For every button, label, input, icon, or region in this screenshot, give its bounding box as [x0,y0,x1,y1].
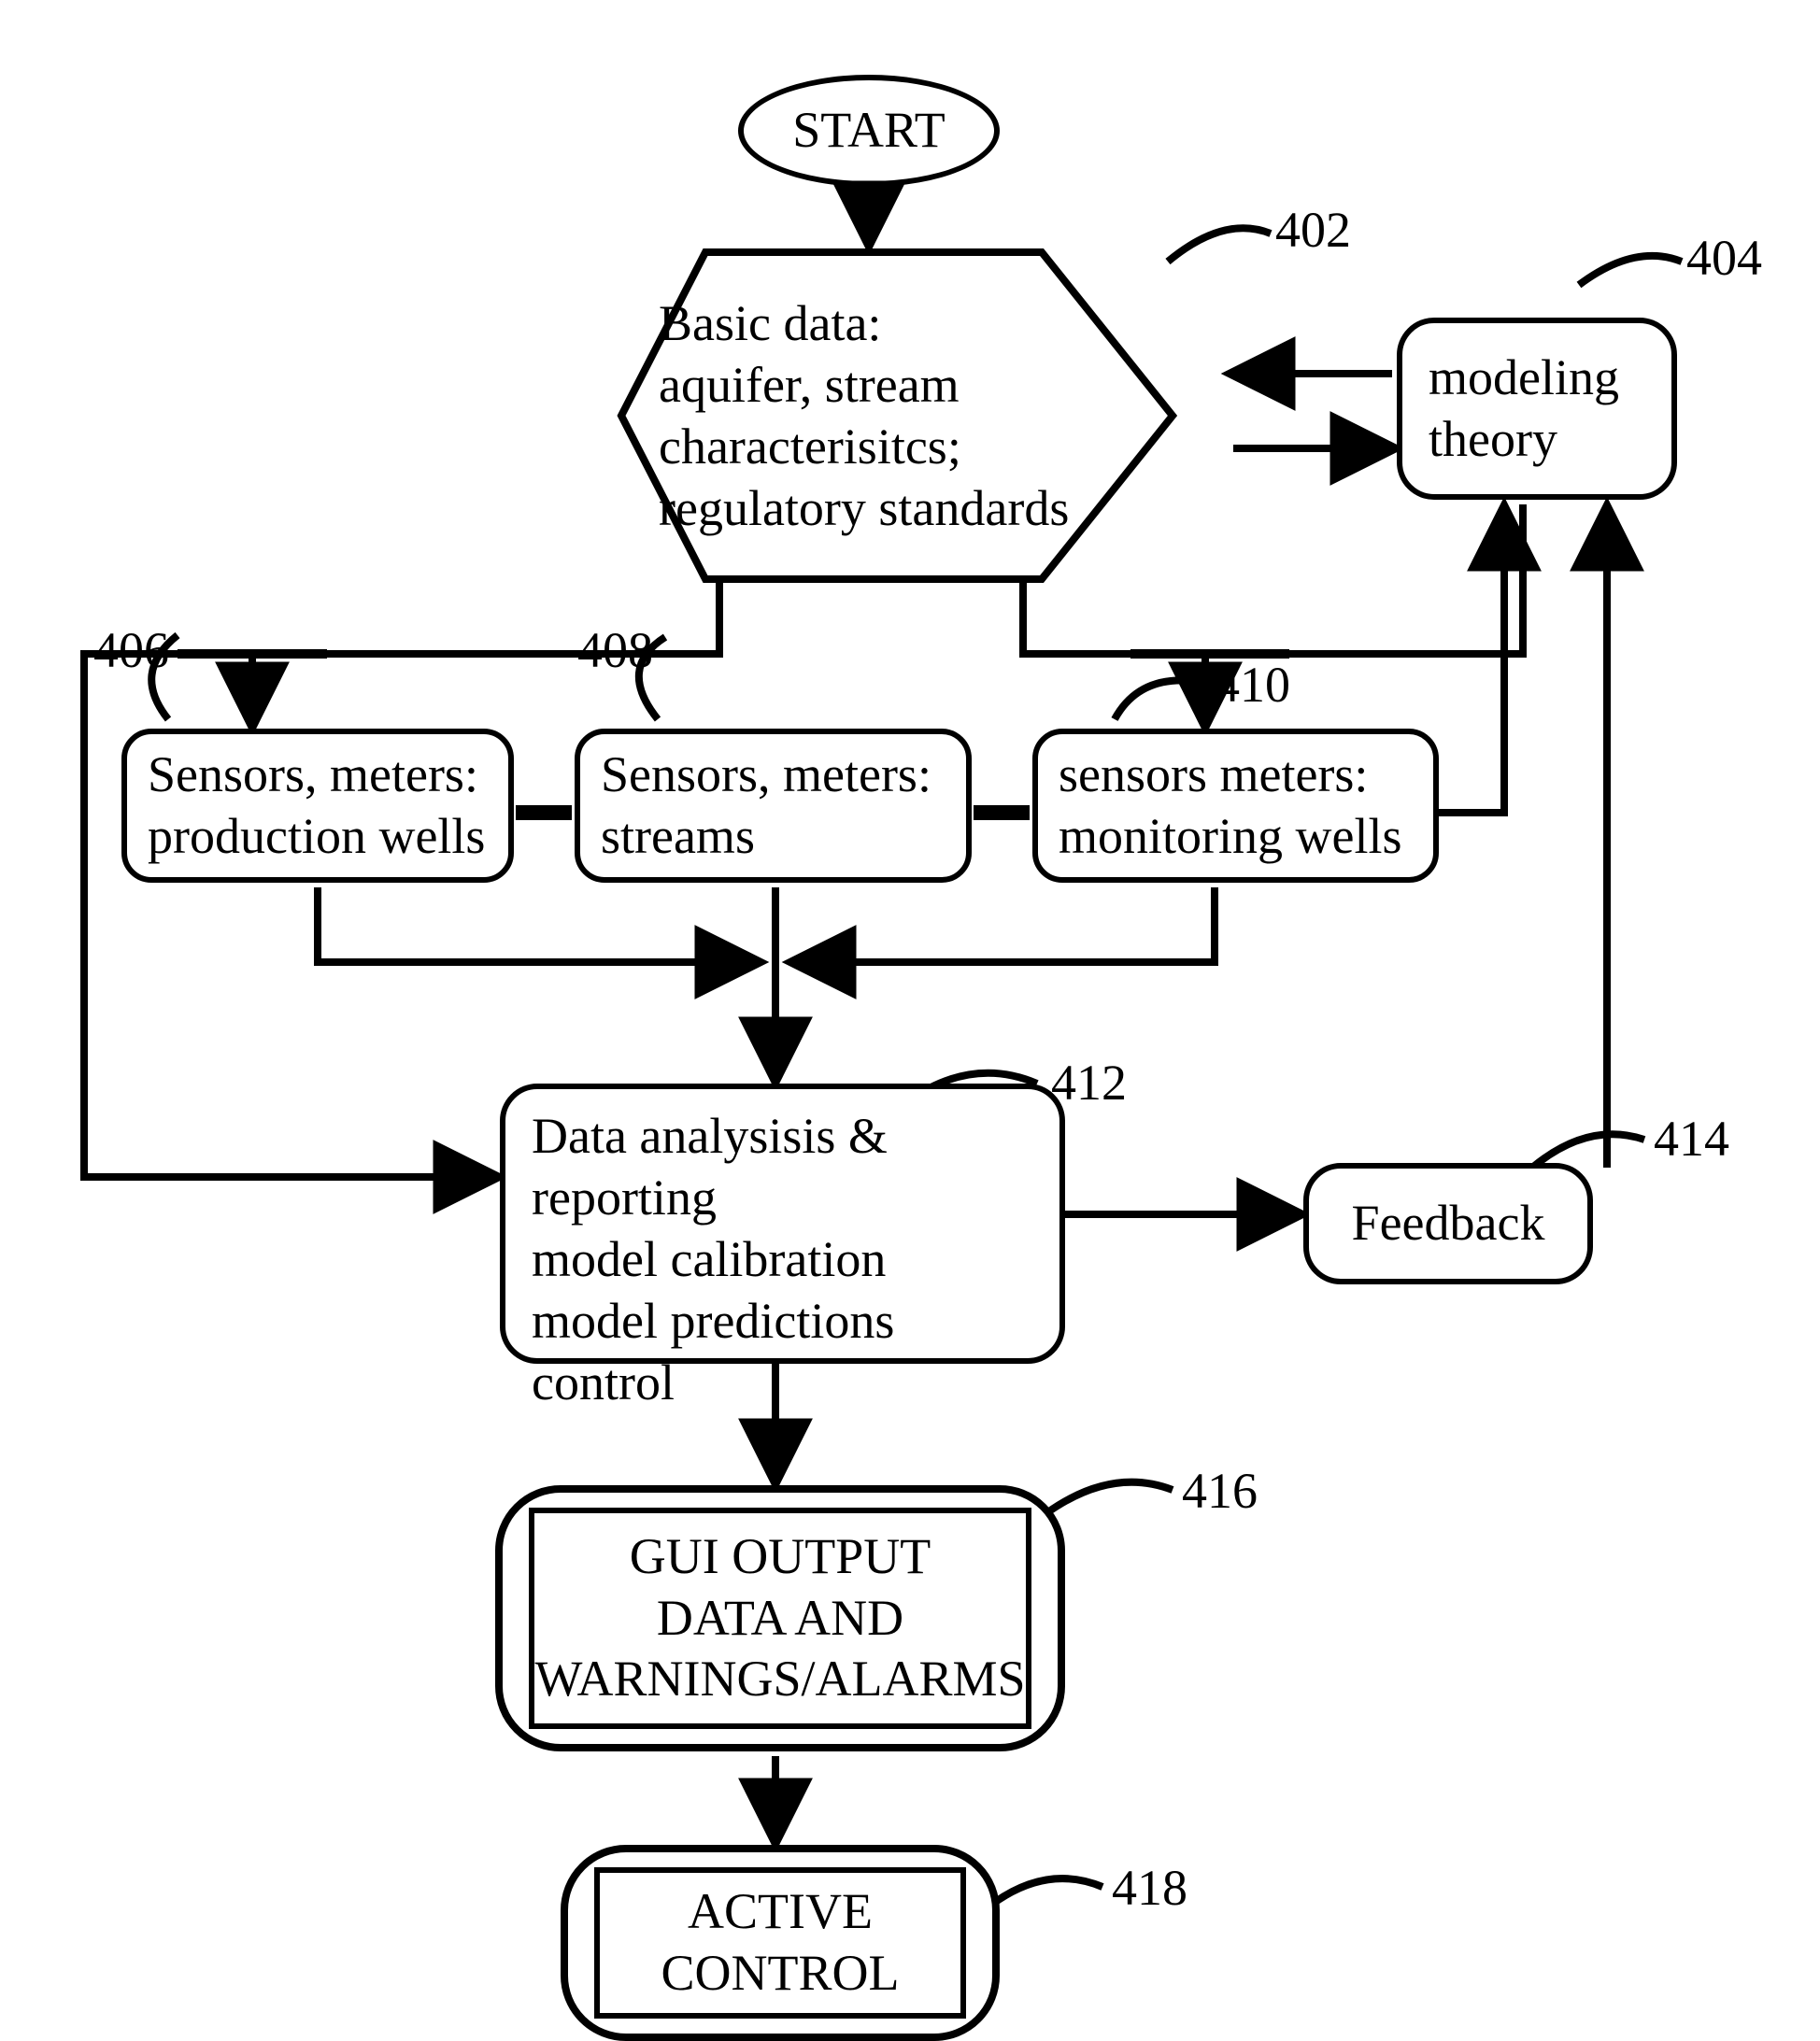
feedback-label: Feedback [1352,1193,1545,1254]
sensors-line: monitoring wells [1059,806,1413,868]
basic-data-line: characterisitcs; [659,417,1145,478]
basic-data-line: Basic data: [659,293,1145,355]
gui-output-line: WARNINGS/ALARMS [534,1649,1025,1710]
gui-output-line: DATA AND [534,1588,1025,1650]
modeling-theory-node: modeling theory [1397,318,1677,500]
active-control-text: ACTIVE CONTROL [661,1881,900,2005]
sensors-line: streams [601,806,946,868]
basic-data-line: aquifer, stream [659,355,1145,417]
ref-label-basic-data: 402 [1275,201,1351,259]
ref-label-sensors-prod: 406 [93,621,169,679]
ref-label-active-control: 418 [1112,1859,1187,1917]
sensors-line: production wells [148,806,488,868]
active-control-line: CONTROL [661,1943,900,2005]
ref-label-gui-output: 416 [1182,1462,1258,1520]
analysis-line: Data analysisis & reporting [532,1106,1033,1229]
analysis-line: model calibration [532,1229,1033,1291]
active-control-node: ACTIVE CONTROL [561,1845,1000,2041]
sensors-line: Sensors, meters: [601,744,946,806]
flowchart-canvas: START Basic data: aquifer, stream charac… [0,0,1820,2034]
analysis-line: model predictions [532,1291,1033,1353]
active-control-line: ACTIVE [661,1881,900,1943]
start-label: START [792,100,945,162]
ref-label-sensors-stream: 408 [577,621,653,679]
ref-label-analysis: 412 [1051,1054,1127,1112]
analysis-line: control [532,1353,1033,1414]
gui-output-node: GUI OUTPUT DATA AND WARNINGS/ALARMS [495,1485,1065,1751]
sensors-line: Sensors, meters: [148,744,488,806]
basic-data-text: Basic data: aquifer, stream characterisi… [659,293,1145,540]
ref-label-feedback: 414 [1654,1110,1729,1168]
start-node: START [738,75,1000,187]
sensors-monitoring-node: sensors meters: monitoring wells [1032,729,1439,883]
modeling-theory-line: theory [1429,409,1645,471]
ref-label-modeling-theory: 404 [1686,229,1762,287]
sensors-production-node: Sensors, meters: production wells [121,729,514,883]
gui-output-line: GUI OUTPUT [534,1526,1025,1588]
analysis-node: Data analysisis & reporting model calibr… [500,1084,1065,1364]
sensors-streams-node: Sensors, meters: streams [575,729,972,883]
ref-label-sensors-mon: 410 [1215,656,1290,714]
basic-data-node: Basic data: aquifer, stream characterisi… [565,243,1182,588]
feedback-node: Feedback [1303,1163,1593,1284]
gui-output-text: GUI OUTPUT DATA AND WARNINGS/ALARMS [534,1526,1025,1711]
sensors-line: sensors meters: [1059,744,1413,806]
basic-data-line: regulatory standards [659,478,1145,540]
modeling-theory-line: modeling [1429,347,1645,409]
